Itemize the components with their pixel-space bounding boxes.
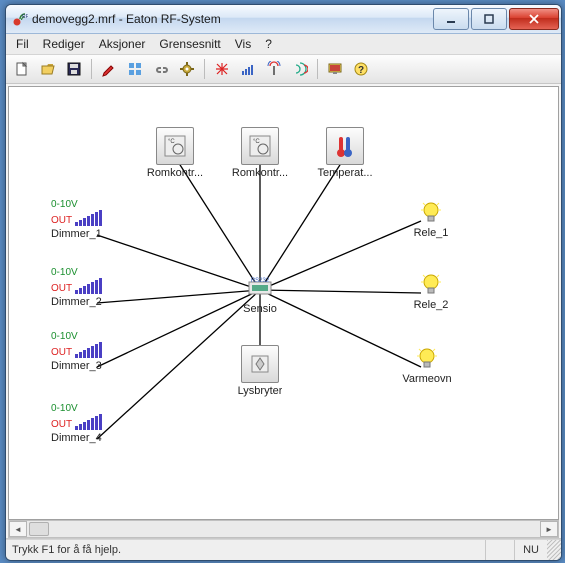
status-indicator: NU bbox=[514, 540, 547, 560]
question-icon[interactable]: ? bbox=[349, 57, 373, 81]
bulb-icon bbox=[418, 271, 444, 297]
new-file-icon[interactable] bbox=[10, 57, 34, 81]
gear-icon[interactable] bbox=[175, 57, 199, 81]
dimmer-range-label: 0-10V bbox=[51, 199, 78, 210]
monitor-icon[interactable] bbox=[323, 57, 347, 81]
svg-text:°C: °C bbox=[253, 139, 260, 145]
toolbar: ? bbox=[6, 55, 561, 84]
wave-icon[interactable] bbox=[288, 57, 312, 81]
dimmer-range-label: 0-10V bbox=[51, 331, 78, 342]
node-label: Romkontr... bbox=[147, 167, 203, 179]
open-file-icon[interactable] bbox=[36, 57, 60, 81]
dimmer-range-label: 0-10V bbox=[51, 267, 78, 278]
node-label: Varmeovn bbox=[402, 373, 451, 385]
diagram-canvas[interactable]: °C Romkontr... °C Romkontr... Temperat..… bbox=[9, 87, 558, 519]
burst-red-icon[interactable] bbox=[210, 57, 234, 81]
status-help-text: Trykk F1 for å få hjelp. bbox=[6, 544, 485, 556]
dimmer-out-label: OUT bbox=[51, 215, 72, 226]
node-temperatur[interactable]: Temperat... bbox=[315, 127, 375, 179]
toolbar-separator bbox=[204, 59, 205, 79]
pencil-icon[interactable] bbox=[97, 57, 121, 81]
node-label: Dimmer_3 bbox=[51, 360, 102, 372]
menu-edit[interactable]: Rediger bbox=[37, 35, 91, 53]
menu-interface[interactable]: Grensesnitt bbox=[153, 35, 226, 53]
svg-text:RS232: RS232 bbox=[251, 278, 270, 284]
node-label: Temperat... bbox=[317, 167, 372, 179]
svg-text:?: ? bbox=[358, 65, 364, 76]
node-label: Sensio bbox=[243, 303, 277, 315]
minimize-button[interactable] bbox=[433, 8, 469, 30]
node-label: Dimmer_4 bbox=[51, 432, 102, 444]
node-romkontr-2[interactable]: °C Romkontr... bbox=[230, 127, 290, 179]
scroll-left-icon[interactable]: ◄ bbox=[9, 521, 27, 537]
canvas-scrollview[interactable]: °C Romkontr... °C Romkontr... Temperat..… bbox=[8, 86, 559, 520]
content-area: °C Romkontr... °C Romkontr... Temperat..… bbox=[6, 84, 561, 539]
signal-bars-icon bbox=[75, 414, 109, 430]
thermostat-icon: °C bbox=[241, 127, 279, 165]
window-buttons bbox=[431, 8, 559, 30]
dimmer-out-label: OUT bbox=[51, 283, 72, 294]
dimmer-out-label: OUT bbox=[51, 419, 72, 430]
link-icon[interactable] bbox=[149, 57, 173, 81]
thermometer-icon bbox=[326, 127, 364, 165]
signal-bars-icon bbox=[75, 278, 109, 294]
svg-text:°C: °C bbox=[168, 139, 175, 145]
node-dimmer-3[interactable]: 0-10V OUT Dimmer_3 bbox=[51, 331, 129, 372]
node-rele-2[interactable]: Rele_2 bbox=[401, 271, 461, 311]
gateway-icon: RS232 bbox=[244, 275, 276, 301]
node-dimmer-4[interactable]: 0-10V OUT Dimmer_4 bbox=[51, 403, 129, 444]
node-dimmer-1[interactable]: 0-10V OUT Dimmer_1 bbox=[51, 199, 129, 240]
bulb-icon bbox=[418, 199, 444, 225]
node-lysbryter[interactable]: Lysbryter bbox=[230, 345, 290, 397]
titlebar[interactable]: RF demovegg2.mrf - Eaton RF-System bbox=[6, 5, 561, 34]
node-romkontr-1[interactable]: °C Romkontr... bbox=[145, 127, 205, 179]
node-dimmer-2[interactable]: 0-10V OUT Dimmer_2 bbox=[51, 267, 129, 308]
node-varmeovn[interactable]: Varmeovn bbox=[397, 345, 457, 385]
node-label: Dimmer_2 bbox=[51, 296, 102, 308]
menu-actions[interactable]: Aksjoner bbox=[93, 35, 152, 53]
save-icon[interactable] bbox=[62, 57, 86, 81]
thermostat-icon: °C bbox=[156, 127, 194, 165]
signal-bars-icon bbox=[75, 210, 109, 226]
maximize-button[interactable] bbox=[471, 8, 507, 30]
svg-text:RF: RF bbox=[22, 14, 28, 20]
horizontal-scrollbar[interactable]: ◄ ► bbox=[8, 520, 559, 538]
antenna-icon[interactable] bbox=[262, 57, 286, 81]
signal-bars-icon bbox=[75, 342, 109, 358]
scroll-right-icon[interactable]: ► bbox=[540, 521, 558, 537]
close-button[interactable] bbox=[509, 8, 559, 30]
app-icon: RF bbox=[12, 11, 28, 27]
node-rele-1[interactable]: Rele_1 bbox=[401, 199, 461, 239]
menu-view[interactable]: Vis bbox=[229, 35, 257, 53]
resize-grip[interactable] bbox=[547, 540, 561, 560]
toolbar-separator bbox=[317, 59, 318, 79]
menu-help[interactable]: ? bbox=[259, 35, 278, 53]
app-window: RF demovegg2.mrf - Eaton RF-System Fil R… bbox=[5, 4, 562, 561]
window-title: demovegg2.mrf - Eaton RF-System bbox=[32, 12, 431, 26]
toolbar-separator bbox=[91, 59, 92, 79]
node-label: Dimmer_1 bbox=[51, 228, 102, 240]
signal-bars-icon[interactable] bbox=[236, 57, 260, 81]
node-label: Rele_2 bbox=[414, 299, 449, 311]
menu-file[interactable]: Fil bbox=[10, 35, 35, 53]
grid-icon[interactable] bbox=[123, 57, 147, 81]
bulb-icon bbox=[414, 345, 440, 371]
status-empty-cell bbox=[485, 540, 514, 560]
node-label: Rele_1 bbox=[414, 227, 449, 239]
node-label: Romkontr... bbox=[232, 167, 288, 179]
dimmer-out-label: OUT bbox=[51, 347, 72, 358]
node-label: Lysbryter bbox=[238, 385, 283, 397]
statusbar: Trykk F1 for å få hjelp. NU bbox=[6, 539, 561, 560]
switch-icon bbox=[241, 345, 279, 383]
node-sensio[interactable]: RS232 Sensio bbox=[230, 275, 290, 315]
menubar: Fil Rediger Aksjoner Grensesnitt Vis ? bbox=[6, 34, 561, 55]
scroll-thumb[interactable] bbox=[29, 522, 49, 536]
dimmer-range-label: 0-10V bbox=[51, 403, 78, 414]
